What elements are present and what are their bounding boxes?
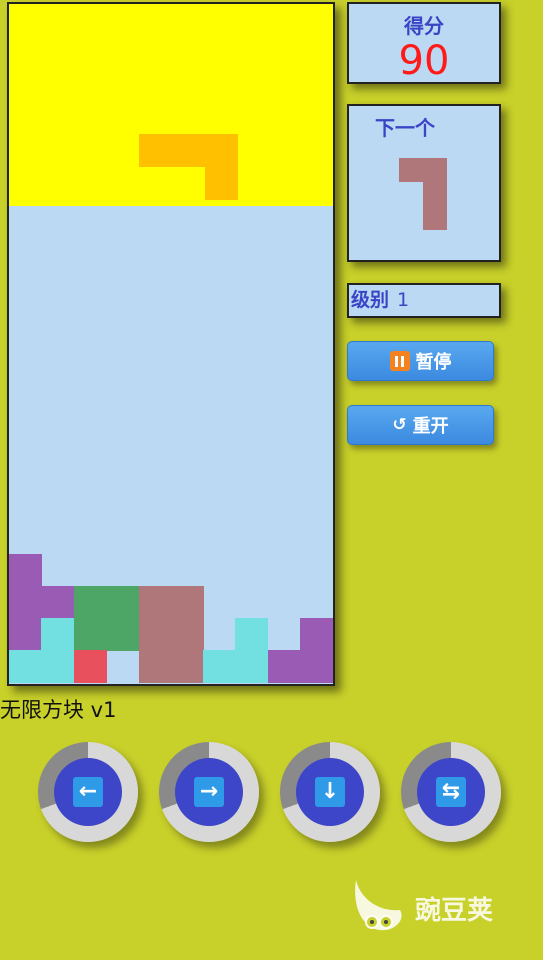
- pause-label: 暂停: [415, 352, 452, 373]
- board-block: [9, 618, 42, 651]
- board-block: [139, 586, 172, 619]
- board-block: [235, 618, 268, 651]
- board-block: [41, 650, 74, 683]
- next-piece-title: 下一个: [375, 116, 435, 140]
- move-right-button[interactable]: →: [159, 742, 259, 842]
- board-block: [172, 134, 205, 167]
- score-value: 90: [398, 38, 450, 84]
- game-board[interactable]: [7, 2, 335, 686]
- board-block: [106, 618, 139, 651]
- pea-pod-logo-icon: [355, 880, 402, 931]
- score-title: 得分: [404, 14, 444, 38]
- next-piece-cell: [423, 206, 447, 230]
- board-block: [74, 586, 107, 619]
- board-block: [300, 618, 333, 651]
- level-value: 1: [397, 289, 410, 311]
- board-block: [235, 650, 268, 683]
- restart-button[interactable]: ↺ 重开: [347, 405, 494, 445]
- app-title: 无限方块 v1: [0, 698, 117, 722]
- move-left-button[interactable]: ←: [38, 742, 138, 842]
- next-piece-cell: [399, 158, 423, 182]
- left-arrow-icon: ←: [73, 777, 103, 807]
- board-block: [9, 586, 42, 619]
- board-block: [74, 650, 107, 683]
- down-arrow-icon: ↓: [315, 777, 345, 807]
- next-piece-cell: [423, 158, 447, 182]
- rotate-icon: ⇆: [436, 777, 466, 807]
- level-panel: 级别 1: [347, 283, 501, 318]
- board-block: [9, 554, 42, 587]
- board-block: [139, 650, 172, 683]
- pause-button[interactable]: 暂停: [347, 341, 494, 381]
- board-block: [171, 650, 204, 683]
- next-piece-panel: 下一个: [347, 104, 501, 262]
- level-label: 级别: [351, 289, 390, 311]
- board-block: [300, 650, 333, 683]
- rotate-button[interactable]: ⇆: [401, 742, 501, 842]
- board-block: [171, 586, 204, 619]
- drop-down-button[interactable]: ↓: [280, 742, 380, 842]
- board-block: [9, 650, 42, 683]
- board-block: [205, 167, 238, 200]
- board-block: [171, 618, 204, 651]
- watermark: 豌豆荚: [350, 876, 520, 936]
- restart-icon: ↺: [392, 415, 407, 435]
- next-piece-cell: [423, 182, 447, 206]
- board-block: [139, 134, 172, 167]
- watermark-text: 豌豆荚: [415, 896, 494, 926]
- right-arrow-icon: →: [194, 777, 224, 807]
- board-block: [41, 586, 74, 619]
- spawn-zone: [9, 4, 333, 206]
- board-block: [139, 618, 172, 651]
- board-block: [203, 650, 236, 683]
- board-block: [74, 618, 107, 651]
- board-block: [205, 134, 238, 167]
- score-panel: 得分 90: [347, 2, 501, 84]
- restart-label: 重开: [412, 416, 449, 437]
- board-block: [41, 618, 74, 651]
- board-block: [268, 650, 301, 683]
- pause-icon: [389, 351, 410, 371]
- board-block: [106, 586, 139, 619]
